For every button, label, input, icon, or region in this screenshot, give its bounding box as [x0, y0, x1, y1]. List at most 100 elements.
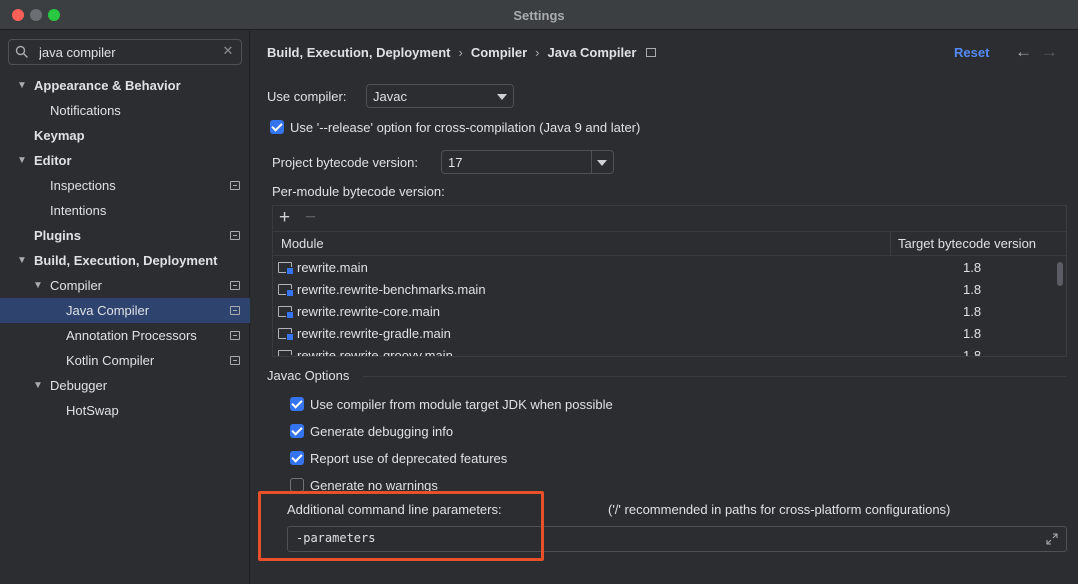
chevron-right-icon: ›	[535, 45, 540, 60]
sidebar-item-intentions[interactable]: Intentions	[0, 198, 250, 223]
breadcrumb: Build, Execution, Deployment › Compiler › Ja…	[267, 45, 657, 60]
module-name: rewrite.rewrite-groovy.main	[297, 348, 453, 357]
sidebar-item-label: Editor	[34, 153, 72, 168]
sidebar-item-label: Compiler	[50, 278, 103, 293]
project-settings-icon	[230, 356, 240, 365]
module-bytecode-table: + − Module Target bytecode version rewri…	[272, 205, 1067, 357]
module-name: rewrite.rewrite-benchmarks.main	[297, 282, 486, 297]
project-settings-icon	[230, 181, 240, 190]
sidebar-item-java-compiler[interactable]: Java Compiler	[0, 298, 250, 323]
project-settings-icon	[230, 281, 240, 290]
javac-options-title: Javac Options	[267, 368, 350, 383]
release-option-label: Use '--release' option for cross-compila…	[290, 120, 641, 135]
chevron-down-icon[interactable]: ▼	[16, 73, 28, 98]
sidebar-item-hotswap[interactable]: HotSwap	[0, 398, 250, 423]
sidebar-item-label: Plugins	[34, 228, 81, 243]
sidebar-item-inspections[interactable]: Inspections	[0, 173, 250, 198]
search-input[interactable]	[39, 43, 219, 61]
table-row[interactable]: rewrite.rewrite-groovy.main 1.8	[273, 345, 1057, 357]
column-divider[interactable]	[890, 232, 891, 256]
expand-icon[interactable]	[1046, 533, 1058, 545]
sidebar-item-compiler[interactable]: ▼ Compiler	[0, 273, 250, 298]
table-row[interactable]: rewrite.main 1.8	[273, 257, 1057, 279]
deprecated-features-label: Report use of deprecated features	[310, 451, 508, 466]
module-name: rewrite.rewrite-core.main	[297, 304, 441, 319]
search-box[interactable]: ✕	[8, 39, 242, 65]
sidebar-item-kotlin-compiler[interactable]: Kotlin Compiler	[0, 348, 250, 373]
dropdown-arrow-icon	[597, 160, 607, 166]
breadcrumb-item[interactable]: Compiler	[471, 45, 527, 60]
sidebar-item-label: Annotation Processors	[66, 328, 197, 343]
sidebar-item-debugger[interactable]: ▼ Debugger	[0, 373, 250, 398]
settings-sidebar: ✕ ▼ Appearance & Behavior Notifications …	[0, 31, 250, 584]
highlight-annotation-box	[258, 491, 544, 561]
deprecated-features-checkbox[interactable]	[290, 451, 304, 465]
project-settings-icon	[230, 306, 240, 315]
module-version[interactable]: 1.8	[963, 282, 981, 297]
chevron-down-icon[interactable]: ▼	[32, 273, 44, 298]
table-toolbar: + −	[273, 206, 1066, 232]
sidebar-item-label: Debugger	[50, 378, 108, 393]
use-compiler-dropdown[interactable]: Javac	[366, 84, 514, 108]
window-title: Settings	[513, 8, 565, 23]
no-warnings-checkbox[interactable]	[290, 478, 304, 492]
module-folder-icon	[278, 350, 294, 356]
debug-info-checkbox[interactable]	[290, 424, 304, 438]
debug-info-label: Generate debugging info	[310, 424, 454, 439]
sidebar-item-label: Inspections	[50, 178, 116, 193]
project-settings-icon	[230, 231, 240, 240]
clear-search-icon[interactable]: ✕	[221, 44, 235, 58]
breadcrumb-item: Java Compiler	[547, 45, 637, 60]
chevron-right-icon: ›	[458, 45, 463, 60]
module-version[interactable]: 1.8	[963, 260, 981, 275]
table-row[interactable]: rewrite.rewrite-benchmarks.main 1.8	[273, 279, 1057, 301]
sidebar-item-label: Keymap	[34, 128, 85, 143]
table-scrollbar[interactable]	[1057, 262, 1063, 286]
forward-arrow-icon[interactable]: →	[1041, 42, 1058, 62]
remove-icon[interactable]: −	[305, 207, 316, 229]
use-module-jdk-label: Use compiler from module target JDK when…	[310, 397, 613, 412]
dropdown-button[interactable]	[591, 151, 613, 173]
module-folder-icon	[278, 306, 294, 319]
bytecode-version-label: Project bytecode version:	[272, 155, 418, 170]
sidebar-item-label: Notifications	[50, 103, 121, 118]
back-arrow-icon[interactable]: ←	[1015, 42, 1032, 62]
sidebar-item-label: HotSwap	[66, 403, 119, 418]
sidebar-item-notifications[interactable]: Notifications	[0, 98, 250, 123]
module-folder-icon	[278, 284, 294, 297]
module-folder-icon	[278, 328, 294, 341]
sidebar-item-label: Kotlin Compiler	[66, 353, 155, 368]
release-option-checkbox[interactable]	[270, 120, 284, 134]
use-module-jdk-checkbox[interactable]	[290, 397, 304, 411]
settings-tree: ▼ Appearance & Behavior Notifications Ke…	[0, 73, 250, 423]
column-header-target[interactable]: Target bytecode version	[898, 236, 1036, 251]
column-header-module[interactable]: Module	[281, 236, 324, 251]
breadcrumb-item[interactable]: Build, Execution, Deployment	[267, 45, 450, 60]
cmd-params-hint: ('/' recommended in paths for cross-plat…	[608, 502, 951, 517]
per-module-label: Per-module bytecode version:	[272, 184, 445, 199]
module-name: rewrite.rewrite-gradle.main	[297, 326, 451, 341]
add-icon[interactable]: +	[279, 207, 290, 229]
module-folder-icon	[278, 262, 294, 275]
module-version[interactable]: 1.8	[963, 326, 981, 341]
bytecode-version-combo[interactable]: 17	[441, 150, 614, 174]
module-version[interactable]: 1.8	[963, 304, 981, 319]
reset-link[interactable]: Reset	[954, 45, 989, 60]
chevron-down-icon[interactable]: ▼	[32, 373, 44, 398]
table-row[interactable]: rewrite.rewrite-core.main 1.8	[273, 301, 1057, 323]
module-version[interactable]: 1.8	[963, 348, 981, 356]
chevron-down-icon[interactable]: ▼	[16, 148, 28, 173]
sidebar-item-build-execution-deployment[interactable]: ▼ Build, Execution, Deployment	[0, 248, 250, 273]
sidebar-item-keymap[interactable]: Keymap	[0, 123, 250, 148]
sidebar-item-annotation-processors[interactable]: Annotation Processors	[0, 323, 250, 348]
sidebar-item-appearance-behavior[interactable]: ▼ Appearance & Behavior	[0, 73, 250, 98]
chevron-down-icon[interactable]: ▼	[16, 248, 28, 273]
sidebar-item-editor[interactable]: ▼ Editor	[0, 148, 250, 173]
sidebar-item-label: Java Compiler	[66, 303, 150, 318]
table-header: Module Target bytecode version	[273, 232, 1066, 256]
search-icon	[15, 45, 28, 58]
sidebar-item-plugins[interactable]: Plugins	[0, 223, 250, 248]
table-row[interactable]: rewrite.rewrite-gradle.main 1.8	[273, 323, 1057, 345]
section-divider	[363, 376, 1066, 377]
settings-content: Build, Execution, Deployment › Compiler › Ja…	[251, 31, 1078, 584]
